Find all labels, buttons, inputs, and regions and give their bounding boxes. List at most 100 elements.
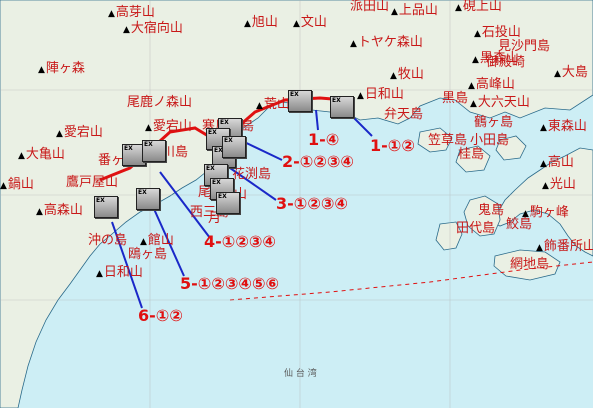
place-name: 小田島 (470, 133, 510, 148)
route-label[interactable]: 2-①②③④ (282, 152, 354, 171)
photo-marker[interactable]: EX (216, 192, 240, 214)
place-label: ▲大亀山 (18, 148, 65, 163)
place-label: 笠草島 (428, 134, 467, 148)
photo-marker[interactable]: EX (222, 136, 246, 158)
place-label: ▲鍋山 (0, 178, 34, 193)
triangle-peak-icon: ▲ (140, 237, 147, 247)
place-name: 牧山 (397, 67, 424, 82)
triangle-peak-icon: ▲ (357, 91, 364, 101)
place-label: 弁天島 (384, 108, 423, 122)
triangle-peak-icon: ▲ (390, 71, 397, 81)
route-label[interactable]: 4-①②③④ (204, 232, 276, 251)
place-name: 東森山 (547, 119, 587, 134)
triangle-peak-icon: ▲ (123, 25, 130, 35)
place-label: ▲旭山 (244, 16, 278, 31)
place-label: ▲大宿向山 (123, 22, 183, 37)
place-name: 愛宕山 (63, 125, 103, 140)
place-label: ▲日和山 (96, 266, 143, 281)
place-name: 鴎ヶ島 (128, 247, 168, 262)
place-label: ▲文山 (293, 16, 327, 31)
photo-marker[interactable]: EX (94, 196, 118, 218)
triangle-peak-icon: ▲ (542, 181, 549, 191)
photo-marker[interactable]: EX (142, 140, 166, 162)
place-name: 高山 (547, 155, 574, 170)
place-name: 陣ヶ森 (45, 61, 85, 76)
triangle-peak-icon: ▲ (391, 7, 398, 17)
photo-marker[interactable]: EX (136, 188, 160, 210)
place-name: 日和山 (364, 87, 404, 102)
photo-marker-label: EX (332, 97, 341, 104)
triangle-peak-icon: ▲ (540, 159, 547, 169)
photo-marker[interactable]: EX (330, 96, 354, 118)
place-name: 大宿向山 (130, 21, 183, 36)
place-name: 尾鹿ノ森山 (127, 95, 193, 110)
triangle-peak-icon: ▲ (38, 65, 45, 75)
place-name: 上品山 (398, 3, 438, 18)
photo-marker-label: EX (124, 145, 133, 152)
place-label: ▲愛宕山 (145, 120, 192, 135)
route-label[interactable]: 5-①②③④⑤⑥ (180, 274, 279, 293)
place-name: 高森山 (43, 203, 83, 218)
triangle-peak-icon: ▲ (96, 269, 103, 279)
place-name: 飾番所山 (543, 239, 593, 254)
photo-marker-label: EX (206, 165, 215, 172)
place-label: 沖の島 (88, 234, 127, 248)
photo-marker-label: EX (212, 179, 221, 186)
route-label[interactable]: 6-①② (138, 306, 183, 325)
place-name: 光山 (549, 177, 576, 192)
place-name: 硯上山 (462, 0, 502, 14)
photo-marker-label: EX (220, 119, 229, 126)
triangle-peak-icon: ▲ (18, 151, 25, 161)
triangle-peak-icon: ▲ (350, 39, 357, 49)
place-label: ▲高森山 (36, 204, 83, 219)
triangle-peak-icon: ▲ (474, 29, 481, 39)
place-label: ▲大六天山 (470, 96, 530, 111)
route-label[interactable]: 3-①②③④ (276, 194, 348, 213)
place-name: 愛宕山 (152, 119, 192, 134)
place-label: 鬼島 (478, 204, 504, 218)
place-name: 石投山 (481, 25, 521, 40)
sea-label: 仙 台 湾 (284, 369, 317, 379)
place-name: 御殿崎 (486, 55, 526, 70)
place-name: 荒山 (263, 97, 290, 112)
place-label: ▲大島 (554, 66, 588, 81)
place-name: 網地島 (510, 257, 550, 272)
place-label: 網地島 (510, 258, 549, 272)
place-name: 沖の島 (88, 233, 128, 248)
triangle-peak-icon: ▲ (108, 9, 115, 19)
place-label: 御殿崎 (486, 56, 525, 70)
triangle-peak-icon: ▲ (470, 99, 477, 109)
photo-marker-label: EX (144, 141, 153, 148)
photo-marker-label: EX (138, 189, 147, 196)
place-label: ▲高峰山 (468, 78, 515, 93)
photo-marker-label: EX (218, 193, 227, 200)
photo-marker[interactable]: EX (288, 90, 312, 112)
triangle-peak-icon: ▲ (56, 129, 63, 139)
triangle-peak-icon: ▲ (256, 101, 263, 111)
place-name: 花渕島 (232, 167, 272, 182)
place-label: 小田島 (470, 134, 509, 148)
triangle-peak-icon: ▲ (36, 207, 43, 217)
map-view[interactable]: ▲高芽山 ▲大宿向山 ▲旭山 ▲文山 派田山 ▲上品山 ▲硯上山 ▲石投山 ▲トヤケ森山 見沙門島… (0, 0, 593, 408)
place-label: 鮫島 (506, 218, 532, 232)
route-label[interactable]: 1-①② (370, 136, 415, 155)
triangle-peak-icon: ▲ (293, 19, 300, 29)
route-label[interactable]: 1-④ (308, 130, 339, 149)
place-label: ▲日和山 (357, 88, 404, 103)
place-label: ▲東森山 (540, 120, 587, 135)
place-name: 日和山 (103, 265, 143, 280)
place-name: 派田山 (350, 0, 390, 14)
photo-marker-label: EX (208, 129, 217, 136)
place-label: 月 (208, 212, 221, 226)
triangle-peak-icon: ▲ (145, 123, 152, 133)
place-label: ▲荒山 (256, 98, 290, 113)
place-label: ▲上品山 (391, 4, 438, 19)
place-name: 高峰山 (475, 77, 515, 92)
place-name: 館山 (147, 233, 174, 248)
triangle-peak-icon: ▲ (540, 123, 547, 133)
place-name: 駒ヶ峰 (529, 205, 569, 220)
place-name: 鮫島 (506, 217, 533, 232)
place-label: ▲トヤケ森山 (350, 36, 423, 51)
place-label: 黒島 (442, 92, 468, 106)
place-name: 大島 (561, 65, 588, 80)
